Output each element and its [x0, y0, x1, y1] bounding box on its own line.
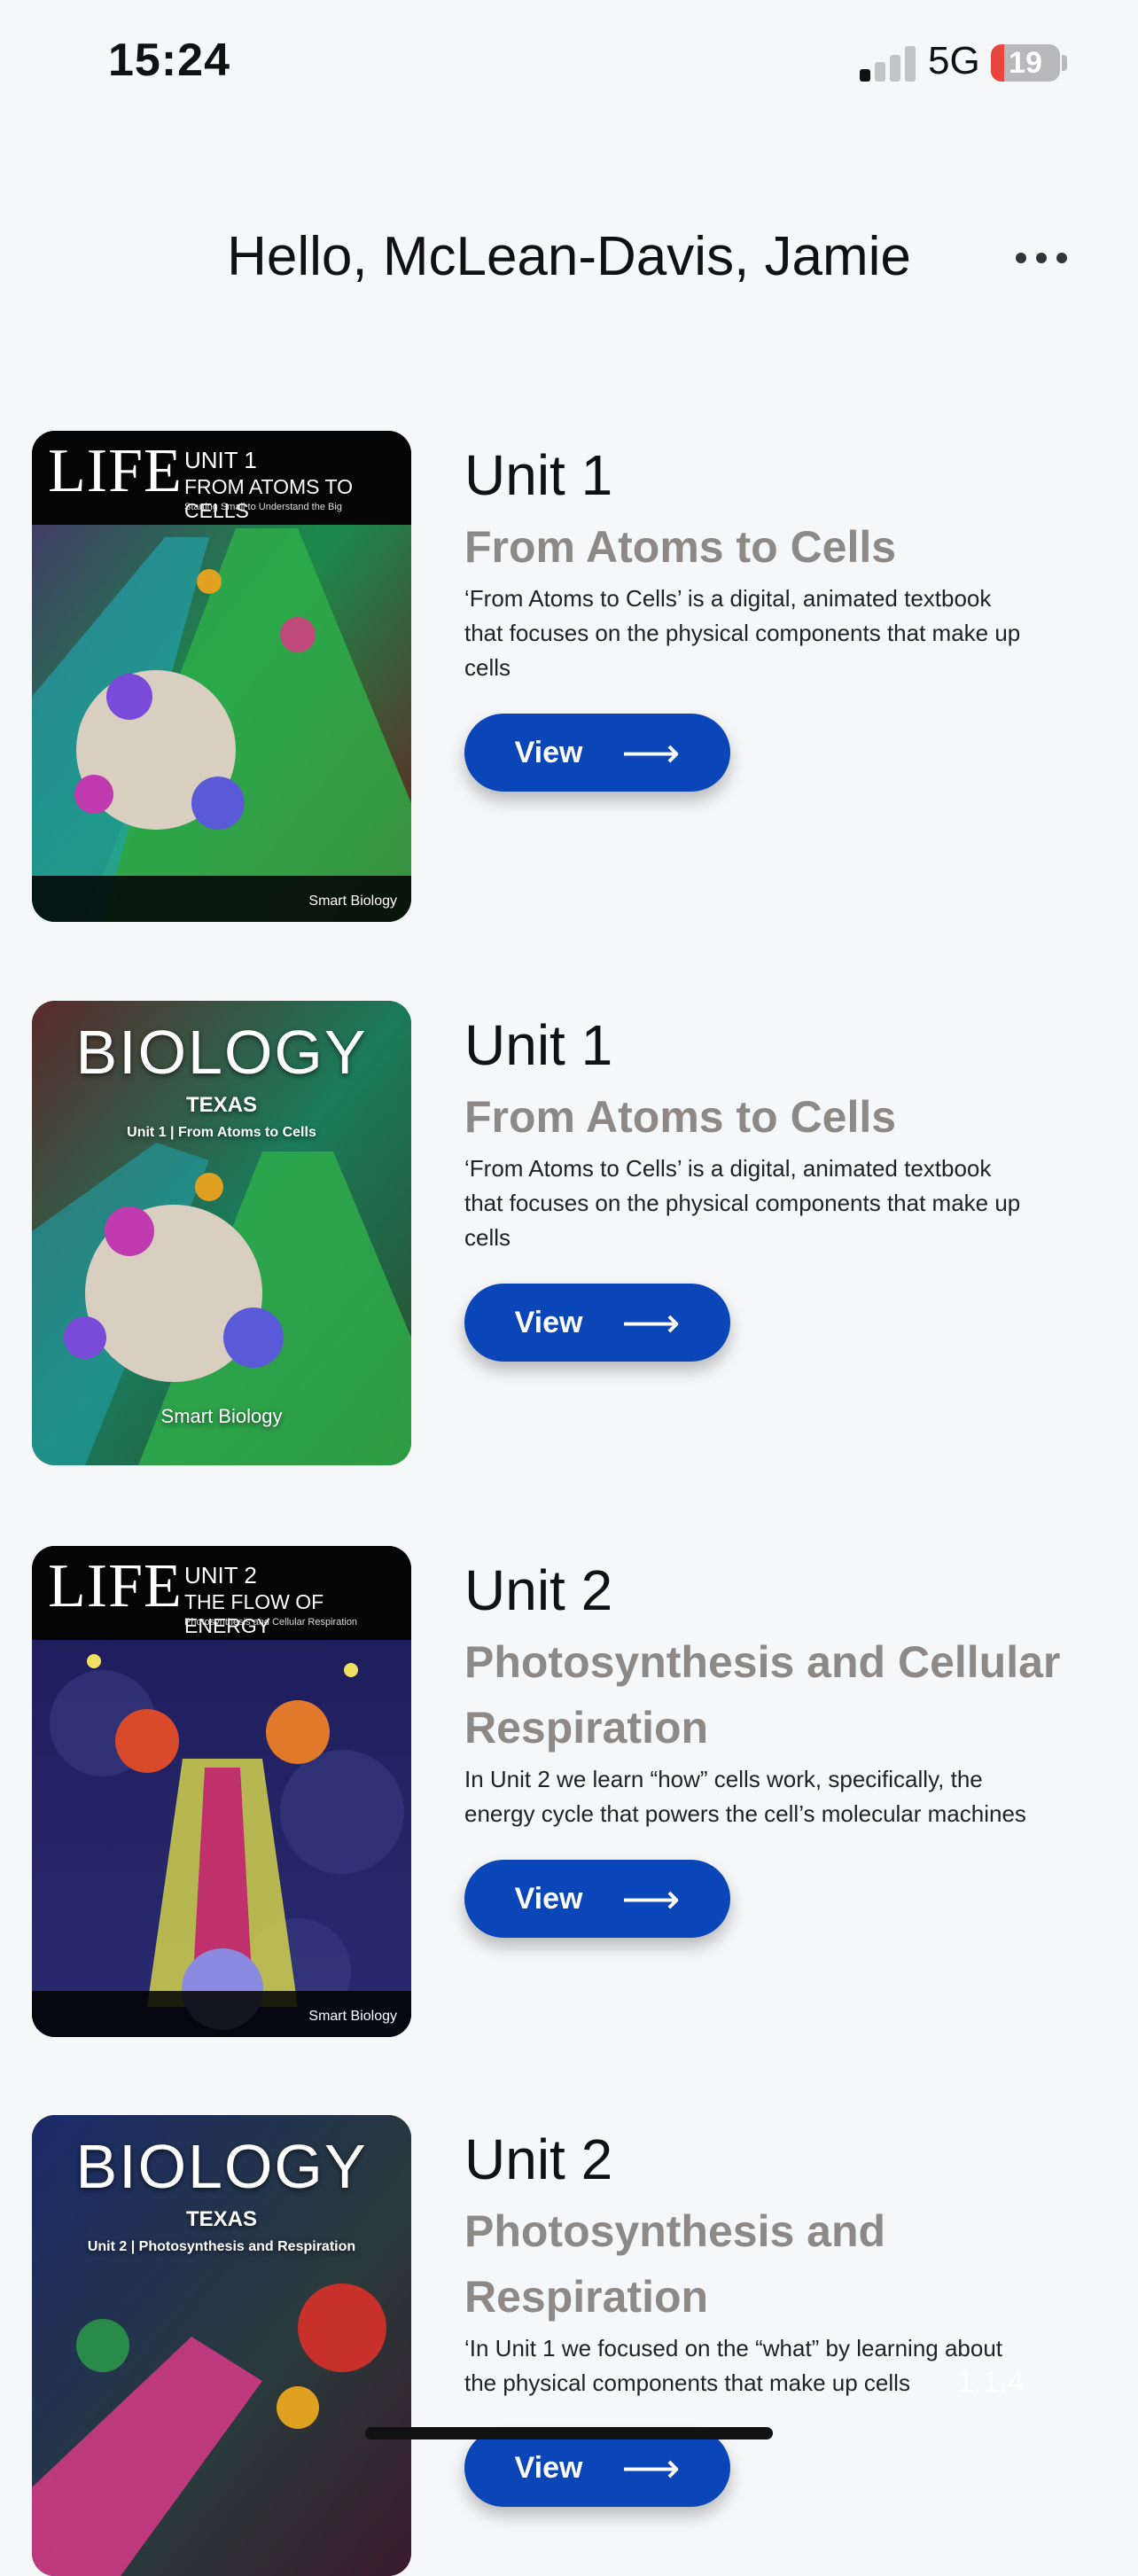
unit-description: ‘From Atoms to Cells’ is a digital, anim… — [464, 1155, 1021, 1251]
battery-icon: 19 — [991, 44, 1060, 82]
unit-title: Photosynthesis and Cellular Respiration — [464, 1637, 1061, 1752]
cover-state: TEXAS — [185, 2207, 257, 2231]
unit-info: Unit 2 Photosynthesis and Respiration ‘I… — [464, 2115, 1085, 2507]
arrow-right-icon: ⟶ — [621, 1300, 681, 1346]
cover-footer: Smart Biology — [32, 876, 411, 922]
unit-description: ‘In Unit 1 we focused on the “what” by l… — [464, 2335, 1003, 2396]
version-label: 1.1.4 — [957, 2365, 1025, 2399]
cover-header: LIFE UNIT 1 FROM ATOMS TO CELLS Starting… — [32, 431, 411, 525]
unit-title: From Atoms to Cells — [464, 522, 897, 572]
unit-description: ‘From Atoms to Cells’ is a digital, anim… — [464, 585, 1021, 681]
view-button[interactable]: View ⟶ — [464, 714, 730, 792]
cover-brand: BIOLOGY — [75, 2132, 368, 2201]
cover-brand: LIFE — [48, 437, 183, 505]
cover-footer: Smart Biology — [32, 1991, 411, 2037]
cover-tagline: Starting Small to Understand the Big — [184, 502, 342, 512]
cover-image[interactable]: LIFE UNIT 2 THE FLOW OF ENERGY Photosynt… — [32, 1546, 411, 2037]
cover-publisher: Smart Biology — [308, 2009, 397, 2024]
unit-title: From Atoms to Cells — [464, 1092, 897, 1142]
ellipsis-icon — [1016, 253, 1026, 263]
arrow-right-icon: ⟶ — [621, 2445, 681, 2491]
more-options-button[interactable] — [1016, 239, 1067, 277]
battery-level: 19 — [1009, 46, 1042, 80]
unit-description: In Unit 2 we learn “how” cells work, spe… — [464, 1766, 1026, 1827]
battery-nub — [1062, 55, 1067, 71]
cover-image[interactable]: LIFE UNIT 1 FROM ATOMS TO CELLS Starting… — [32, 431, 411, 922]
unit-info: Unit 2 Photosynthesis and Cellular Respi… — [464, 1546, 1085, 1938]
status-time: 15:24 — [108, 35, 230, 86]
status-bar: 15:24 5G 19 — [0, 0, 1138, 133]
cover-image[interactable]: BIOLOGY TEXAS Unit 2 | Photosynthesis an… — [32, 2115, 411, 2576]
network-label: 5G — [928, 39, 980, 82]
cover-image[interactable]: BIOLOGY TEXAS Unit 1 | From Atoms to Cel… — [32, 1001, 411, 1465]
unit-info: Unit 1 From Atoms to Cells ‘From Atoms t… — [464, 431, 1085, 792]
cover-subtitle: FROM ATOMS TO CELLS — [184, 475, 353, 522]
cover-publisher: Smart Biology — [160, 1405, 283, 1427]
view-button-label: View — [514, 1305, 583, 1339]
unit-number: Unit 2 — [464, 2127, 613, 2191]
unit-number: Unit 1 — [464, 1013, 613, 1077]
cover-tagline: Photosynthesis and Cellular Respiration — [184, 1617, 358, 1628]
cover-subtitle: Unit 2 | Photosynthesis and Respiration — [87, 2239, 356, 2254]
cover-unit: UNIT 2 — [184, 1562, 257, 1589]
unit-info: Unit 1 From Atoms to Cells ‘From Atoms t… — [464, 1001, 1085, 1362]
view-button-label: View — [514, 1881, 583, 1916]
cover-header: LIFE UNIT 2 THE FLOW OF ENERGY Photosynt… — [32, 1546, 411, 1640]
unit-number: Unit 1 — [464, 443, 613, 507]
cover-brand: LIFE — [48, 1552, 183, 1620]
cover-publisher: Smart Biology — [308, 894, 397, 909]
cover-subtitle: Unit 1 | From Atoms to Cells — [127, 1125, 316, 1140]
arrow-right-icon: ⟶ — [621, 1876, 681, 1922]
view-button[interactable]: View ⟶ — [464, 2429, 730, 2507]
cover-brand: BIOLOGY — [75, 1018, 368, 1087]
unit-number: Unit 2 — [464, 1558, 613, 1622]
view-button-label: View — [514, 735, 583, 769]
unit-title: Photosynthesis and Respiration — [464, 2206, 886, 2322]
view-button-label: View — [514, 2450, 583, 2485]
home-indicator[interactable] — [365, 2427, 773, 2439]
page-title: Hello, McLean-Davis, Jamie — [227, 226, 911, 287]
cover-state: TEXAS — [185, 1093, 257, 1117]
view-button[interactable]: View ⟶ — [464, 1860, 730, 1938]
cover-unit: UNIT 1 — [184, 447, 257, 473]
view-button[interactable]: View ⟶ — [464, 1284, 730, 1362]
arrow-right-icon: ⟶ — [621, 730, 681, 776]
signal-icon — [860, 46, 916, 82]
cover-subtitle: THE FLOW OF ENERGY — [184, 1590, 324, 1637]
